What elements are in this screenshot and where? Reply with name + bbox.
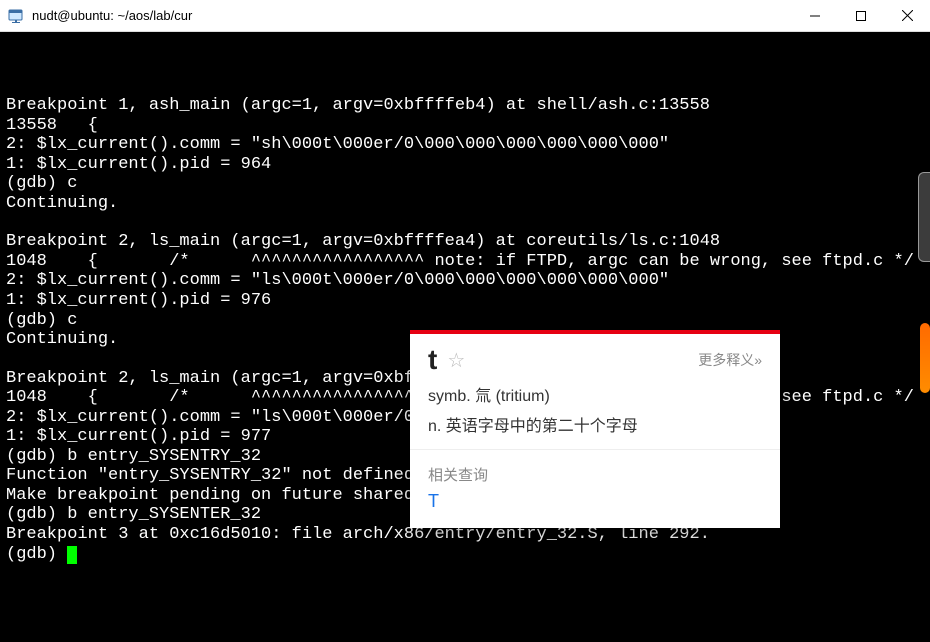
terminal-line: Breakpoint 1, ash_main (argc=1, argv=0xb… [6, 96, 922, 116]
terminal-line: 1: $lx_current().pid = 976 [6, 291, 922, 311]
maximize-button[interactable] [838, 0, 884, 31]
dict-word: t [428, 344, 437, 376]
terminal-line [6, 213, 922, 232]
terminal-line: (gdb) [6, 545, 922, 565]
dictionary-popup: t ☆ 更多释义» symb. 氚 (tritium) n. 英语字母中的第二十… [410, 330, 780, 528]
close-button[interactable] [884, 0, 930, 31]
terminal-line: (gdb) c [6, 311, 922, 331]
terminal-line [6, 77, 922, 96]
terminal-line: 2: $lx_current().comm = "sh\000t\000er/0… [6, 135, 922, 155]
favorite-star-icon[interactable]: ☆ [447, 348, 465, 373]
terminal-line: 1048 { /* ^^^^^^^^^^^^^^^^^ note: if FTP… [6, 252, 922, 272]
scrollbar-thumb[interactable] [920, 323, 930, 393]
window-controls [792, 0, 930, 31]
terminal-line: Breakpoint 2, ls_main (argc=1, argv=0xbf… [6, 232, 922, 252]
dict-definition-1: symb. 氚 (tritium) [410, 382, 780, 412]
terminal-line: 13558 { [6, 116, 922, 136]
terminal-line: 2: $lx_current().comm = "ls\000t\000er/0… [6, 271, 922, 291]
terminal-line: 1: $lx_current().pid = 964 [6, 155, 922, 175]
terminal-line: Continuing. [6, 194, 922, 214]
related-query-item[interactable]: T [410, 489, 780, 528]
app-icon [6, 6, 26, 26]
scrollbar-track[interactable] [918, 172, 930, 262]
related-queries-title: 相关查询 [410, 449, 780, 489]
window-titlebar: nudt@ubuntu: ~/aos/lab/cur [0, 0, 930, 32]
terminal-line: (gdb) c [6, 174, 922, 194]
more-definitions-link[interactable]: 更多释义» [698, 350, 762, 370]
terminal-cursor [67, 546, 77, 564]
minimize-button[interactable] [792, 0, 838, 31]
window-title: nudt@ubuntu: ~/aos/lab/cur [26, 8, 792, 23]
dict-definition-2: n. 英语字母中的第二十个字母 [410, 412, 780, 442]
